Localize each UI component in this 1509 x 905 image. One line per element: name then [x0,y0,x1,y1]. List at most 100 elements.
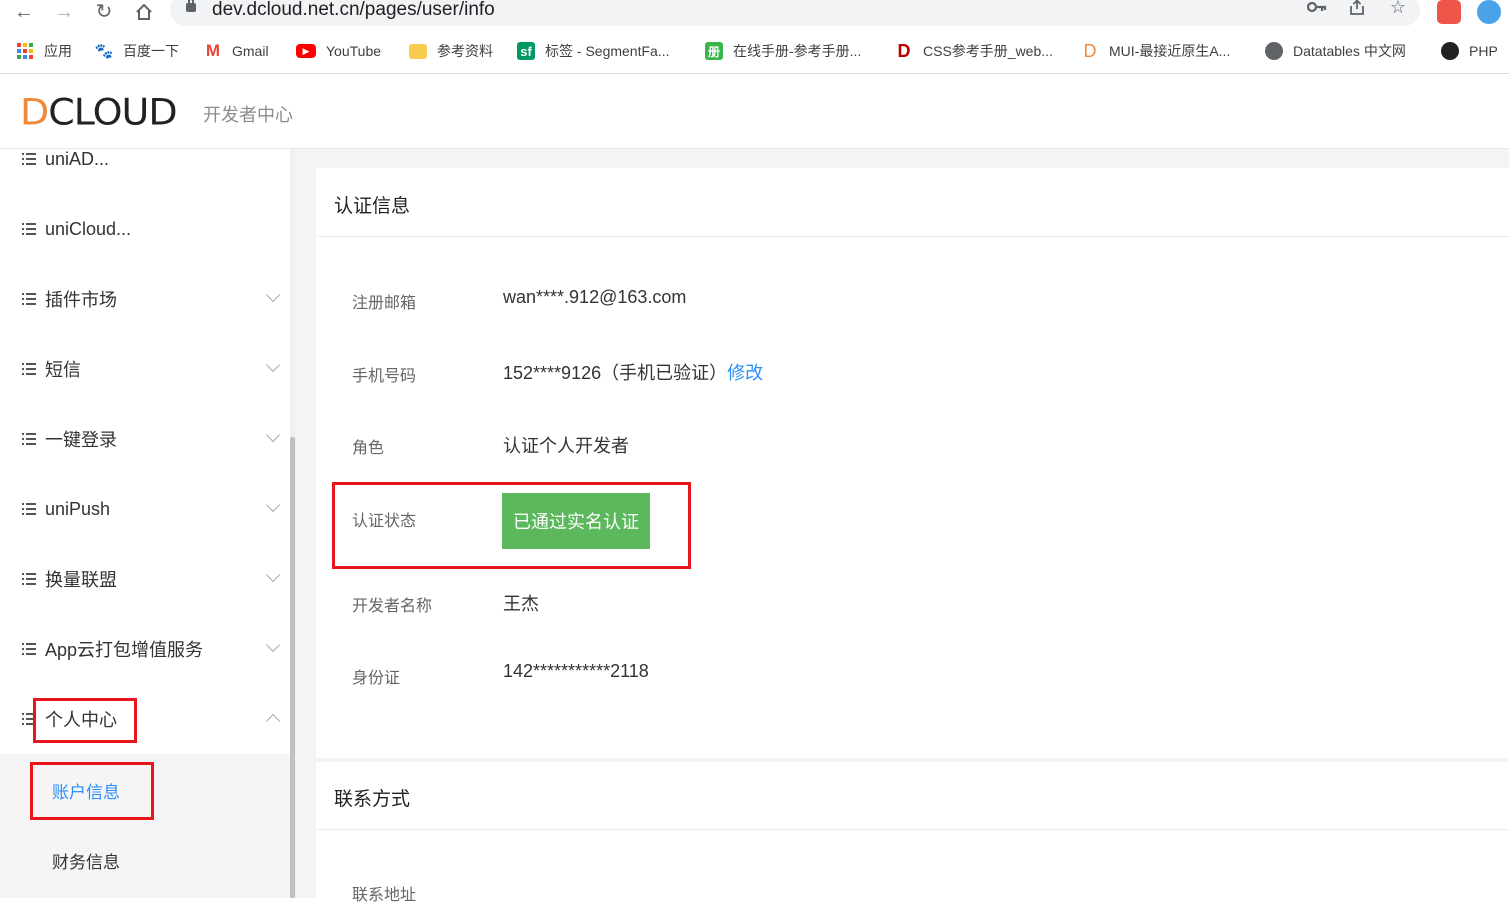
sidebar-item-one-click-login[interactable]: 一键登录 [0,419,290,459]
manual-icon: 册 [705,42,723,60]
chevron-down-icon[interactable] [265,497,281,513]
bookmark-label: YouTube [326,43,382,59]
sidebar-item-plugin-market[interactable]: 插件市场 [0,279,290,319]
phone-value: 152****9126（手机已验证） [503,363,728,383]
site-subtitle: 开发者中心 [203,105,293,125]
bookmark-segmentfault[interactable]: sf 标签 - SegmentFa... [517,40,669,62]
bookmark-label: MUI-最接近原生A... [1109,43,1231,59]
bookmark-datatables[interactable]: Datatables 中文网 [1265,40,1406,62]
bookmark-folder[interactable]: 参考资料 [409,40,493,62]
phone-value-row: 152****9126（手机已验证）修改 [503,359,763,385]
reload-icon[interactable]: ↻ [92,0,116,24]
sidebar-item-label: uniCloud... [45,218,132,239]
chevron-down-icon[interactable] [265,567,281,583]
php-icon [1441,42,1459,60]
auth-card-title: 认证信息 [334,196,411,217]
sidebar-item-unicloud[interactable]: uniCloud... [0,209,290,249]
list-menu-icon [22,643,36,655]
bookmark-php[interactable]: PHP [1441,40,1498,62]
role-label: 角色 [352,440,385,457]
globe-icon [1265,42,1283,60]
forward-arrow-icon[interactable]: → [52,0,76,24]
modify-phone-link[interactable]: 修改 [727,363,763,383]
sidebar-item-label: App云打包增值服务 [45,640,204,660]
contact-card [316,762,1509,898]
email-label: 注册邮箱 [352,295,417,312]
role-value: 认证个人开发者 [503,436,629,456]
highlight-box-auth-status [332,482,691,569]
bookmark-label: Gmail [232,43,269,59]
sidebar-item-label: 插件市场 [45,290,117,310]
chevron-down-icon[interactable] [265,287,281,303]
highlight-box-personal-center [33,698,137,743]
baidu-paw-icon: 🐾 [94,43,114,60]
list-menu-icon [22,293,36,305]
developer-name-value: 王杰 [503,594,539,614]
sidebar-item-uniad[interactable]: uniAD... [0,139,290,179]
sidebar-item-unipush[interactable]: uniPush [0,489,290,529]
bookmark-manual[interactable]: 册 在线手册-参考手册... [705,40,861,62]
bookmark-label: 百度一下 [123,43,179,59]
dcloud-d-icon: D [1083,40,1097,61]
chevron-down-icon[interactable] [265,637,281,653]
list-menu-icon [22,573,36,585]
dcloud-logo[interactable]: D CLOUD [20,91,178,133]
home-icon[interactable] [132,0,156,24]
contact-address-label: 联系地址 [352,887,417,904]
site-header: D CLOUD 开发者中心 [0,74,1509,149]
chevron-up-icon[interactable] [265,713,281,729]
sidebar-item-traffic-exchange[interactable]: 换量联盟 [0,559,290,599]
bookmark-css-manual[interactable]: D CSS参考手册_web... [895,40,1053,62]
bookmark-baidu[interactable]: 🐾 百度一下 [95,40,179,62]
sidebar-item-sms[interactable]: 短信 [0,349,290,389]
sidebar-item-label: uniPush [45,498,111,519]
bookmark-label: PHP [1469,43,1498,59]
bookmark-label: 在线手册-参考手册... [733,43,862,59]
bookmark-apps[interactable]: 应用 [16,40,72,62]
key-icon[interactable] [1306,0,1328,18]
list-menu-icon [22,503,36,515]
bookmark-label: 参考资料 [437,43,493,59]
list-menu-icon [22,433,36,445]
id-card-value: 142***********2118 [503,661,649,681]
email-value: wan****.912@163.com [503,287,687,307]
sidebar-subitem-finance-info[interactable]: 财务信息 [52,848,120,873]
extension-avatar-icon[interactable] [1477,0,1501,24]
sidebar-scrollbar-thumb[interactable] [290,437,295,898]
bookmark-star-icon[interactable]: ☆ [1387,0,1409,18]
list-menu-icon [22,363,36,375]
phone-label: 手机号码 [352,368,417,385]
share-icon[interactable] [1346,0,1368,18]
sidebar-item-label: 短信 [45,360,81,380]
bookmarks-bar: 应用 🐾 百度一下 M Gmail ▶ YouTube 参考资料 sf 标签 -… [0,30,1509,74]
logo-letter: D [20,91,49,133]
css-manual-icon: D [897,40,911,61]
folder-icon [409,43,427,59]
bookmark-mui[interactable]: D MUI-最接近原生A... [1081,40,1231,62]
bookmark-youtube[interactable]: ▶ YouTube [296,40,381,62]
list-menu-icon [22,153,36,165]
contact-card-title: 联系方式 [334,789,411,810]
logo-text: CLOUD [48,91,177,133]
youtube-icon: ▶ [296,44,316,58]
browser-toolbar: ← → ↻ dev.dcloud.net.cn/pages/user/info … [0,0,1509,30]
sidebar-item-label: uniAD... [45,148,110,169]
back-arrow-icon[interactable]: ← [12,0,36,24]
developer-name-label: 开发者名称 [352,598,433,615]
sidebar-item-app-cloud-packaging[interactable]: App云打包增值服务 [0,629,290,669]
bookmark-gmail[interactable]: M Gmail [204,40,269,62]
apps-grid-icon [16,42,34,60]
bookmark-label: 标签 - SegmentFa... [545,43,670,59]
address-url[interactable]: dev.dcloud.net.cn/pages/user/info [212,0,495,21]
sidebar-item-label: 换量联盟 [45,570,117,590]
highlight-box-account-info [30,762,154,820]
chevron-down-icon[interactable] [265,357,281,373]
card-divider [316,236,1509,237]
gmail-icon: M [205,41,221,60]
extension-cube-icon[interactable] [1437,0,1461,24]
sidebar-item-label: 一键登录 [45,430,117,450]
auth-info-card [316,168,1509,758]
chevron-down-icon[interactable] [265,427,281,443]
list-menu-icon [22,223,36,235]
address-bar[interactable]: dev.dcloud.net.cn/pages/user/info ☆ [170,0,1420,26]
